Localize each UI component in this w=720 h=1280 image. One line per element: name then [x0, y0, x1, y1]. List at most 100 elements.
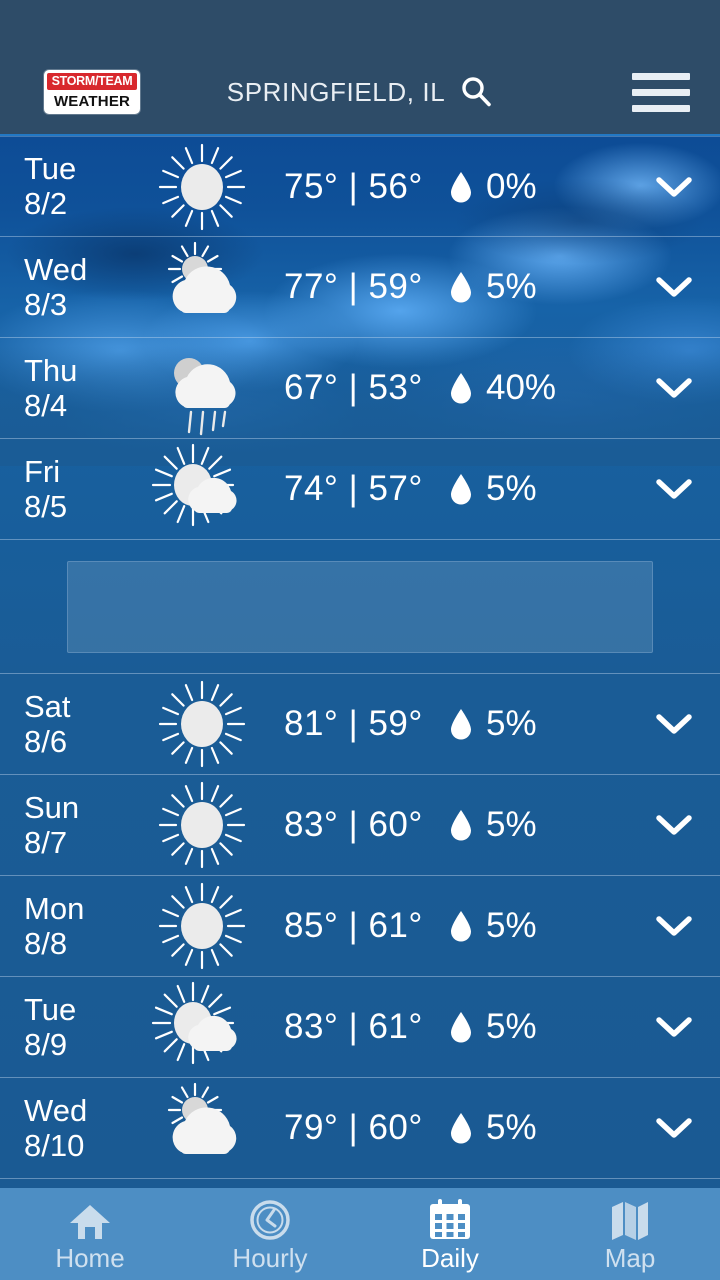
water-droplet-icon [448, 371, 474, 405]
search-icon[interactable] [459, 75, 493, 109]
forecast-row[interactable]: Fri 8/5 74° | 57° 5% [0, 439, 720, 540]
day-name: Fri [24, 453, 61, 489]
sunny-icon [142, 676, 262, 772]
water-droplet-icon [448, 1111, 474, 1145]
temperature-range: 77° | 59° [284, 267, 423, 306]
forecast-day-cell: Tue 8/2 [0, 151, 142, 222]
sun-small-cloud-icon [142, 441, 262, 537]
forecast-row[interactable]: Thu 8/4 67° | 53° 40% [0, 338, 720, 439]
nav-item-daily[interactable]: Daily [360, 1188, 540, 1280]
nav-item-map[interactable]: Map [540, 1188, 720, 1280]
day-date: 8/2 [24, 186, 68, 221]
precipitation-value: 0% [486, 166, 537, 206]
day-date: 8/3 [24, 286, 68, 322]
app-header: STORM/TEAM WEATHER SPRINGFIELD, IL [0, 50, 720, 136]
day-name: Tue [24, 991, 77, 1027]
precipitation-cell: 5% [448, 1108, 628, 1148]
forecast-row[interactable]: Wed 8/10 79° | 60° 5% [0, 1078, 720, 1179]
day-date: 8/9 [24, 1026, 68, 1062]
menu-bar-1 [632, 72, 690, 80]
calendar-icon [427, 1199, 473, 1241]
status-bar [0, 0, 720, 50]
chevron-down-icon[interactable] [628, 812, 720, 838]
precipitation-value: 5% [486, 469, 537, 508]
partly-cloudy-icon [142, 239, 262, 335]
water-droplet-icon [448, 1010, 474, 1044]
chevron-down-icon[interactable] [628, 711, 720, 737]
map-icon [609, 1199, 651, 1241]
chevron-down-icon[interactable] [628, 174, 720, 200]
precipitation-value: 5% [486, 1007, 537, 1046]
temperature-range: 75° | 56° [284, 166, 423, 206]
precipitation-cell: 5% [448, 704, 628, 744]
water-droplet-icon [448, 270, 474, 304]
precipitation-cell: 5% [448, 1007, 628, 1047]
menu-bar-2 [632, 88, 690, 96]
temperature-range: 85° | 61° [284, 906, 423, 945]
nav-item-home[interactable]: Home [0, 1188, 180, 1280]
water-droplet-icon [448, 808, 474, 842]
chevron-down-icon[interactable] [628, 1115, 720, 1141]
water-droplet-icon [448, 170, 474, 204]
temperature-cell: 83° | 61° [262, 1007, 448, 1047]
day-name: Sun [24, 789, 80, 825]
forecast-day-cell: Wed 8/3 [0, 252, 142, 323]
logo-bottom-text: WEATHER [53, 93, 131, 110]
partly-cloudy-icon [142, 1080, 262, 1176]
precipitation-cell: 5% [448, 469, 628, 509]
forecast-day-cell: Sun 8/7 [0, 790, 142, 861]
forecast-day-cell: Fri 8/5 [0, 454, 142, 525]
day-date: 8/8 [24, 925, 68, 961]
forecast-row[interactable]: Sun 8/7 83° | 60° 5% [0, 775, 720, 876]
chevron-down-icon[interactable] [628, 476, 720, 502]
forecast-day-cell: Tue 8/9 [0, 992, 142, 1063]
precipitation-cell: 5% [448, 805, 628, 845]
precipitation-value: 5% [486, 704, 537, 743]
day-name: Wed [24, 251, 88, 287]
temperature-range: 83° | 61° [284, 1007, 423, 1046]
forecast-row[interactable]: Tue 8/9 83° | 61° 5% [0, 977, 720, 1078]
forecast-row[interactable]: Mon 8/8 85° | 61° 5% [0, 876, 720, 977]
nav-label: Hourly [232, 1243, 308, 1273]
day-date: 8/5 [24, 488, 68, 524]
bottom-navigation-bar: Home Hourly Daily Map [0, 1188, 720, 1280]
nav-item-hourly[interactable]: Hourly [180, 1188, 360, 1280]
temperature-range: 83° | 60° [284, 805, 423, 844]
sunny-icon [142, 139, 262, 235]
forecast-row[interactable]: Sat 8/6 81° | 59° 5% [0, 674, 720, 775]
nav-label: Home [55, 1243, 125, 1273]
logo-top-text: STORM/TEAM [47, 73, 137, 90]
chevron-down-icon[interactable] [628, 1014, 720, 1040]
precipitation-value: 40% [486, 368, 557, 407]
temperature-range: 74° | 57° [284, 469, 423, 508]
day-date: 8/7 [24, 824, 68, 860]
temperature-range: 67° | 53° [284, 368, 423, 407]
day-date: 8/10 [24, 1127, 85, 1163]
forecast-row[interactable]: Wed 8/3 77° | 59° 5% [0, 237, 720, 338]
chevron-down-icon[interactable] [628, 274, 720, 300]
ad-placeholder [67, 560, 653, 653]
precipitation-value: 5% [486, 267, 537, 306]
precipitation-cell: 5% [448, 267, 628, 307]
rain-cloud-icon [142, 340, 262, 436]
day-name: Mon [24, 890, 85, 926]
forecast-day-cell: Mon 8/8 [0, 891, 142, 962]
sunny-icon [142, 777, 262, 873]
temperature-cell: 79° | 60° [262, 1108, 448, 1148]
sunny-icon [142, 878, 262, 974]
nav-label: Daily [421, 1243, 479, 1273]
advertisement-slot[interactable] [0, 540, 720, 674]
menu-bar-3 [632, 104, 690, 112]
temperature-cell: 67° | 53° [262, 368, 448, 408]
forecast-day-cell: Thu 8/4 [0, 353, 142, 424]
hamburger-menu-icon[interactable] [632, 70, 690, 114]
chevron-down-icon[interactable] [628, 375, 720, 401]
home-icon [68, 1199, 112, 1241]
forecast-row[interactable]: Tue 8/2 75° | 56° 0% [0, 136, 720, 237]
forecast-day-cell: Wed 8/10 [0, 1093, 142, 1164]
nav-label: Map [604, 1243, 656, 1273]
temperature-cell: 77° | 59° [262, 267, 448, 307]
temperature-cell: 85° | 61° [262, 906, 448, 946]
station-logo: STORM/TEAM WEATHER [44, 70, 140, 114]
chevron-down-icon[interactable] [628, 913, 720, 939]
